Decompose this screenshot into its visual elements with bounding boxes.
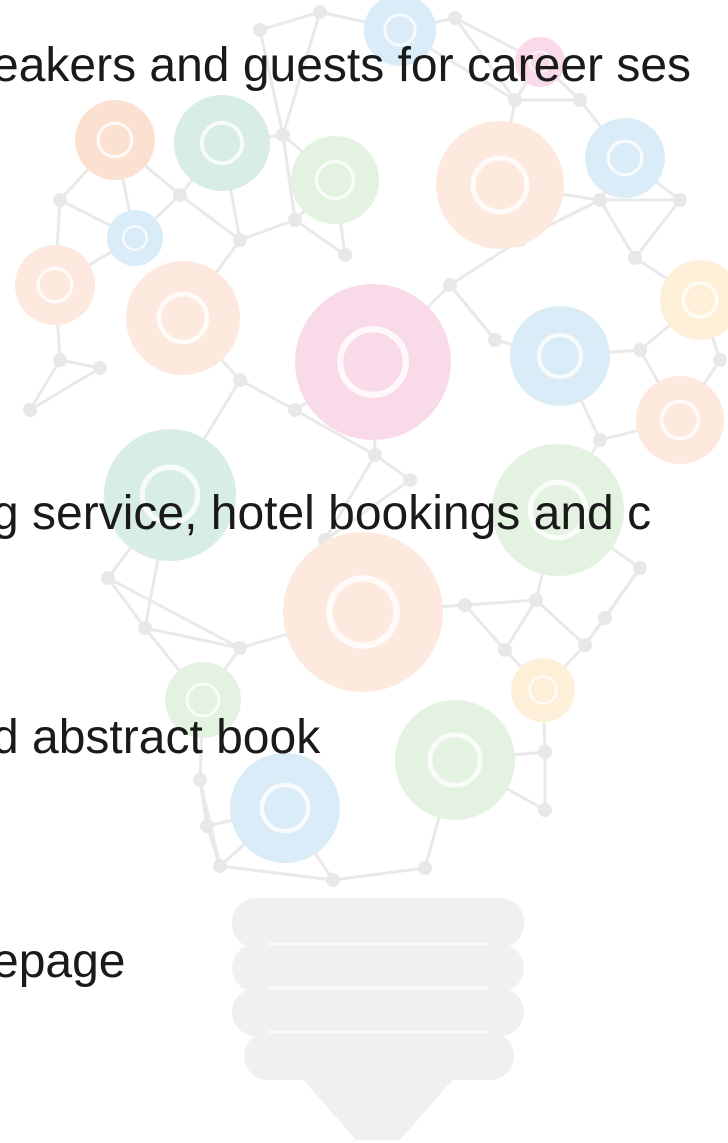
network-node [593,433,607,447]
gear-icon [107,210,163,266]
network-node [101,571,115,585]
network-line [107,576,241,650]
network-node [338,248,352,262]
science-icon [230,753,340,863]
network-node [573,93,587,107]
network-node [529,593,543,607]
network-node [448,11,462,25]
network-node [233,641,247,655]
network-line [179,193,241,242]
microscope-icon [15,245,95,325]
network-node [633,561,647,575]
network-node [443,278,457,292]
network-line [503,599,538,651]
network-node [138,621,152,635]
bulb-base [232,898,524,1140]
network-node [458,598,472,612]
network-node [368,448,382,462]
list-icon [511,658,575,722]
network-line [464,598,537,607]
network-node [253,23,267,37]
text-line-hotel-bookings: g service, hotel bookings and c [0,487,652,540]
flask-icon [510,306,610,406]
dna-icon [660,260,728,340]
network-line [598,199,637,259]
network-node [313,5,327,19]
text-line-career-sessions: eakers and guests for career ses [0,39,692,92]
network-line [259,10,321,32]
network-node [598,611,612,625]
network-line [294,218,346,257]
network-node [593,193,607,207]
network-node [713,353,727,367]
network-line [583,567,642,646]
text-line-abstract-book: d abstract book [0,711,321,764]
laptop-icon [295,284,451,440]
network-node [538,803,552,817]
document-icon [174,95,270,191]
network-line [448,284,497,341]
network-node [633,343,647,357]
text-line-homepage: epage [0,935,126,988]
network-node [628,251,642,265]
network-node [193,773,207,787]
bacteria-icon [636,376,724,464]
network-node [538,745,552,759]
network-node [578,638,592,652]
network-line [463,604,507,651]
network-line [219,864,334,882]
network-node [233,373,247,387]
network-node [288,213,302,227]
network-line [332,866,426,882]
network-node [213,859,227,873]
globe-icon [291,136,379,224]
network-node [93,361,107,375]
network-node [488,333,502,347]
network-line [633,199,682,259]
network-line [29,366,101,412]
virus-icon [436,121,564,249]
network-node [326,873,340,887]
network-node [200,819,214,833]
network-node [673,193,687,207]
people-discussion-icon [126,261,240,375]
network-node [53,353,67,367]
magnifier-icon [283,532,443,692]
network-node [288,403,302,417]
network-node [233,233,247,247]
telescope-icon [585,118,665,198]
network-node [508,93,522,107]
network-line [534,598,587,647]
network-node [418,861,432,875]
network-node [403,473,417,487]
cells-icon [395,700,515,820]
network-node [276,128,290,142]
network-line [106,577,147,629]
network-node [53,193,67,207]
network-node [498,643,512,657]
network-line [239,378,296,412]
network-line [239,218,296,242]
network-node [23,403,37,417]
network-node [173,188,187,202]
radiation-icon [75,100,155,180]
